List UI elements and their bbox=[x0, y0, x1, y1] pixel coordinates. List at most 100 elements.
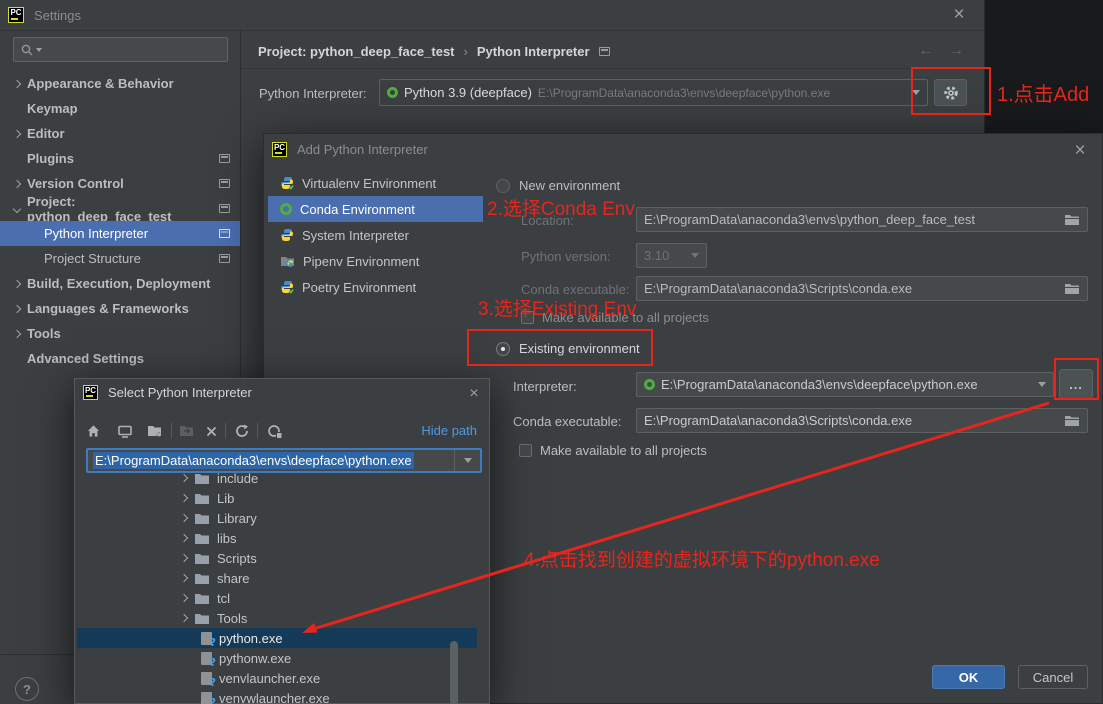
executable-file-icon: ? bbox=[201, 631, 216, 649]
show-hidden-files-icon[interactable] bbox=[263, 419, 287, 443]
tree-scrollbar[interactable] bbox=[450, 641, 458, 704]
sidebar-item-editor[interactable]: Editor bbox=[0, 121, 240, 146]
radio-unselected-icon[interactable] bbox=[496, 178, 510, 193]
expand-right-icon bbox=[12, 329, 22, 338]
sidebar-item-plugins[interactable]: Plugins bbox=[0, 146, 240, 171]
select-dialog-titlebar: PC Select Python Interpreter bbox=[75, 379, 489, 406]
sidebar-item-project-structure[interactable]: Project Structure bbox=[0, 246, 240, 271]
sidebar-item-advanced-settings[interactable]: Advanced Settings bbox=[0, 346, 240, 371]
settings-page-icon bbox=[219, 154, 230, 163]
conda-executable-label-2: Conda executable: bbox=[513, 414, 622, 429]
path-value-selected-text: E:\ProgramData\anaconda3\envs\deepface\p… bbox=[93, 452, 414, 469]
tree-item-library[interactable]: Library bbox=[77, 508, 477, 528]
tree-item-tools[interactable]: Tools bbox=[77, 608, 477, 628]
settings-page-icon bbox=[219, 204, 230, 213]
conda-env-icon bbox=[644, 379, 655, 390]
titlebar-divider bbox=[0, 30, 985, 31]
location-field[interactable]: E:\ProgramData\anaconda3\envs\python_dee… bbox=[636, 207, 1088, 232]
virtualenv-python-icon bbox=[281, 177, 294, 190]
tree-item-scripts[interactable]: Scripts bbox=[77, 548, 477, 568]
interpreter-gear-button[interactable] bbox=[934, 79, 967, 106]
tree-item-tcl[interactable]: tcl bbox=[77, 588, 477, 608]
cancel-button[interactable]: Cancel bbox=[1018, 665, 1088, 689]
move-to-folder-icon bbox=[175, 419, 199, 443]
chevron-down-icon bbox=[463, 458, 472, 463]
chevron-down-icon bbox=[691, 253, 699, 258]
env-type-virtualenv[interactable]: Virtualenv Environment bbox=[268, 170, 483, 196]
tree-item-python-exe[interactable]: ? python.exe bbox=[77, 628, 477, 649]
sidebar-item-appearance-behavior[interactable]: Appearance & Behavior bbox=[0, 71, 240, 96]
interpreter-combobox[interactable]: Python 3.9 (deepface) E:\ProgramData\ana… bbox=[379, 79, 928, 106]
sidebar-item-project[interactable]: Project: python_deep_face_test bbox=[0, 194, 240, 224]
refresh-icon[interactable] bbox=[230, 419, 254, 443]
conda-executable-field[interactable]: E:\ProgramData\anaconda3\Scripts\conda.e… bbox=[636, 276, 1088, 301]
tree-item-share[interactable]: share bbox=[77, 568, 477, 588]
radio-selected-icon[interactable] bbox=[496, 341, 510, 356]
sidebar-item-keymap[interactable]: Keymap bbox=[0, 96, 240, 121]
env-type-poetry[interactable]: Poetry Environment bbox=[268, 274, 483, 300]
conda-executable-field-2[interactable]: E:\ProgramData\anaconda3\Scripts\conda.e… bbox=[636, 408, 1088, 433]
breadcrumb-page: Python Interpreter bbox=[476, 44, 590, 59]
checkbox-unchecked-icon[interactable] bbox=[519, 444, 532, 457]
nav-forward-icon[interactable]: → bbox=[948, 42, 964, 60]
sidebar-item-languages-frameworks[interactable]: Languages & Frameworks bbox=[0, 296, 240, 321]
tree-item-lib[interactable]: Lib bbox=[77, 488, 477, 508]
expand-right-icon bbox=[12, 179, 22, 188]
help-button[interactable]: ? bbox=[15, 677, 39, 701]
tree-item-include[interactable]: include bbox=[77, 468, 477, 488]
browse-interpreter-button[interactable]: ... bbox=[1059, 369, 1093, 399]
folder-browse-icon[interactable] bbox=[1064, 414, 1080, 427]
folder-icon bbox=[195, 473, 209, 484]
sidebar-item-tools[interactable]: Tools bbox=[0, 321, 240, 346]
settings-search-input[interactable] bbox=[13, 37, 228, 62]
gear-icon bbox=[943, 85, 958, 100]
new-environment-option[interactable]: New environment bbox=[496, 178, 620, 193]
sidebar-item-build-execution-deployment[interactable]: Build, Execution, Deployment bbox=[0, 271, 240, 296]
folder-icon bbox=[195, 513, 209, 524]
chevron-down-icon[interactable] bbox=[1038, 382, 1046, 387]
expand-right-icon bbox=[12, 279, 22, 288]
hide-path-link[interactable]: Hide path bbox=[421, 423, 477, 438]
tree-item-venvlauncher-exe[interactable]: ? venvlauncher.exe bbox=[77, 668, 477, 689]
settings-close-button[interactable]: × bbox=[946, 2, 972, 28]
make-available-checkbox-row-1[interactable]: Make available to all projects bbox=[521, 310, 709, 325]
nav-back-icon[interactable]: ← bbox=[918, 42, 934, 60]
expand-right-icon bbox=[12, 129, 22, 138]
desktop-icon[interactable] bbox=[113, 419, 137, 443]
env-type-pipenv[interactable]: Pipenv Environment bbox=[268, 248, 483, 274]
screenshot-root: PC Settings × Project: python_deep_face_… bbox=[0, 0, 1103, 704]
poetry-python-icon bbox=[281, 281, 294, 294]
breadcrumb: Project: python_deep_face_test › Python … bbox=[258, 44, 610, 59]
existing-environment-option[interactable]: Existing environment bbox=[496, 341, 640, 356]
folder-icon bbox=[195, 493, 209, 504]
breadcrumb-project[interactable]: Project: python_deep_face_test bbox=[258, 44, 455, 59]
env-type-system[interactable]: System Interpreter bbox=[268, 222, 483, 248]
home-icon[interactable] bbox=[81, 419, 105, 443]
existing-interpreter-combobox[interactable]: E:\ProgramData\anaconda3\envs\deepface\p… bbox=[636, 372, 1054, 397]
add-dialog-close-button[interactable]: × bbox=[1067, 138, 1093, 164]
tree-item-venvwlauncher-exe[interactable]: ? venvwlauncher.exe bbox=[77, 688, 477, 704]
tree-item-pythonw-exe[interactable]: ? pythonw.exe bbox=[77, 648, 477, 669]
python-version-combobox[interactable]: 3.10 bbox=[636, 243, 707, 268]
chevron-down-icon[interactable] bbox=[912, 90, 920, 95]
make-available-checkbox-row-2[interactable]: Make available to all projects bbox=[519, 443, 707, 458]
expand-right-icon bbox=[179, 553, 189, 563]
ok-button[interactable]: OK bbox=[932, 665, 1005, 689]
pycharm-logo-icon: PC bbox=[272, 141, 287, 157]
env-type-conda[interactable]: Conda Environment bbox=[268, 196, 483, 222]
new-folder-icon[interactable] bbox=[143, 419, 167, 443]
tree-item-libs[interactable]: libs bbox=[77, 528, 477, 548]
expand-right-icon bbox=[12, 304, 22, 313]
pycharm-logo-icon: PC bbox=[83, 385, 98, 400]
folder-browse-icon[interactable] bbox=[1064, 282, 1080, 295]
settings-titlebar: PC Settings bbox=[0, 0, 984, 30]
sidebar-item-python-interpreter[interactable]: Python Interpreter bbox=[0, 221, 240, 246]
settings-page-icon bbox=[219, 254, 230, 263]
folder-browse-icon[interactable] bbox=[1064, 213, 1080, 226]
checkbox-unchecked-icon[interactable] bbox=[521, 311, 534, 324]
expand-right-icon bbox=[179, 473, 189, 483]
select-dialog-close-button[interactable]: × bbox=[461, 381, 487, 407]
select-dialog-title: Select Python Interpreter bbox=[108, 385, 252, 400]
delete-icon[interactable] bbox=[199, 419, 223, 443]
sidebar-item-version-control[interactable]: Version Control bbox=[0, 171, 240, 196]
